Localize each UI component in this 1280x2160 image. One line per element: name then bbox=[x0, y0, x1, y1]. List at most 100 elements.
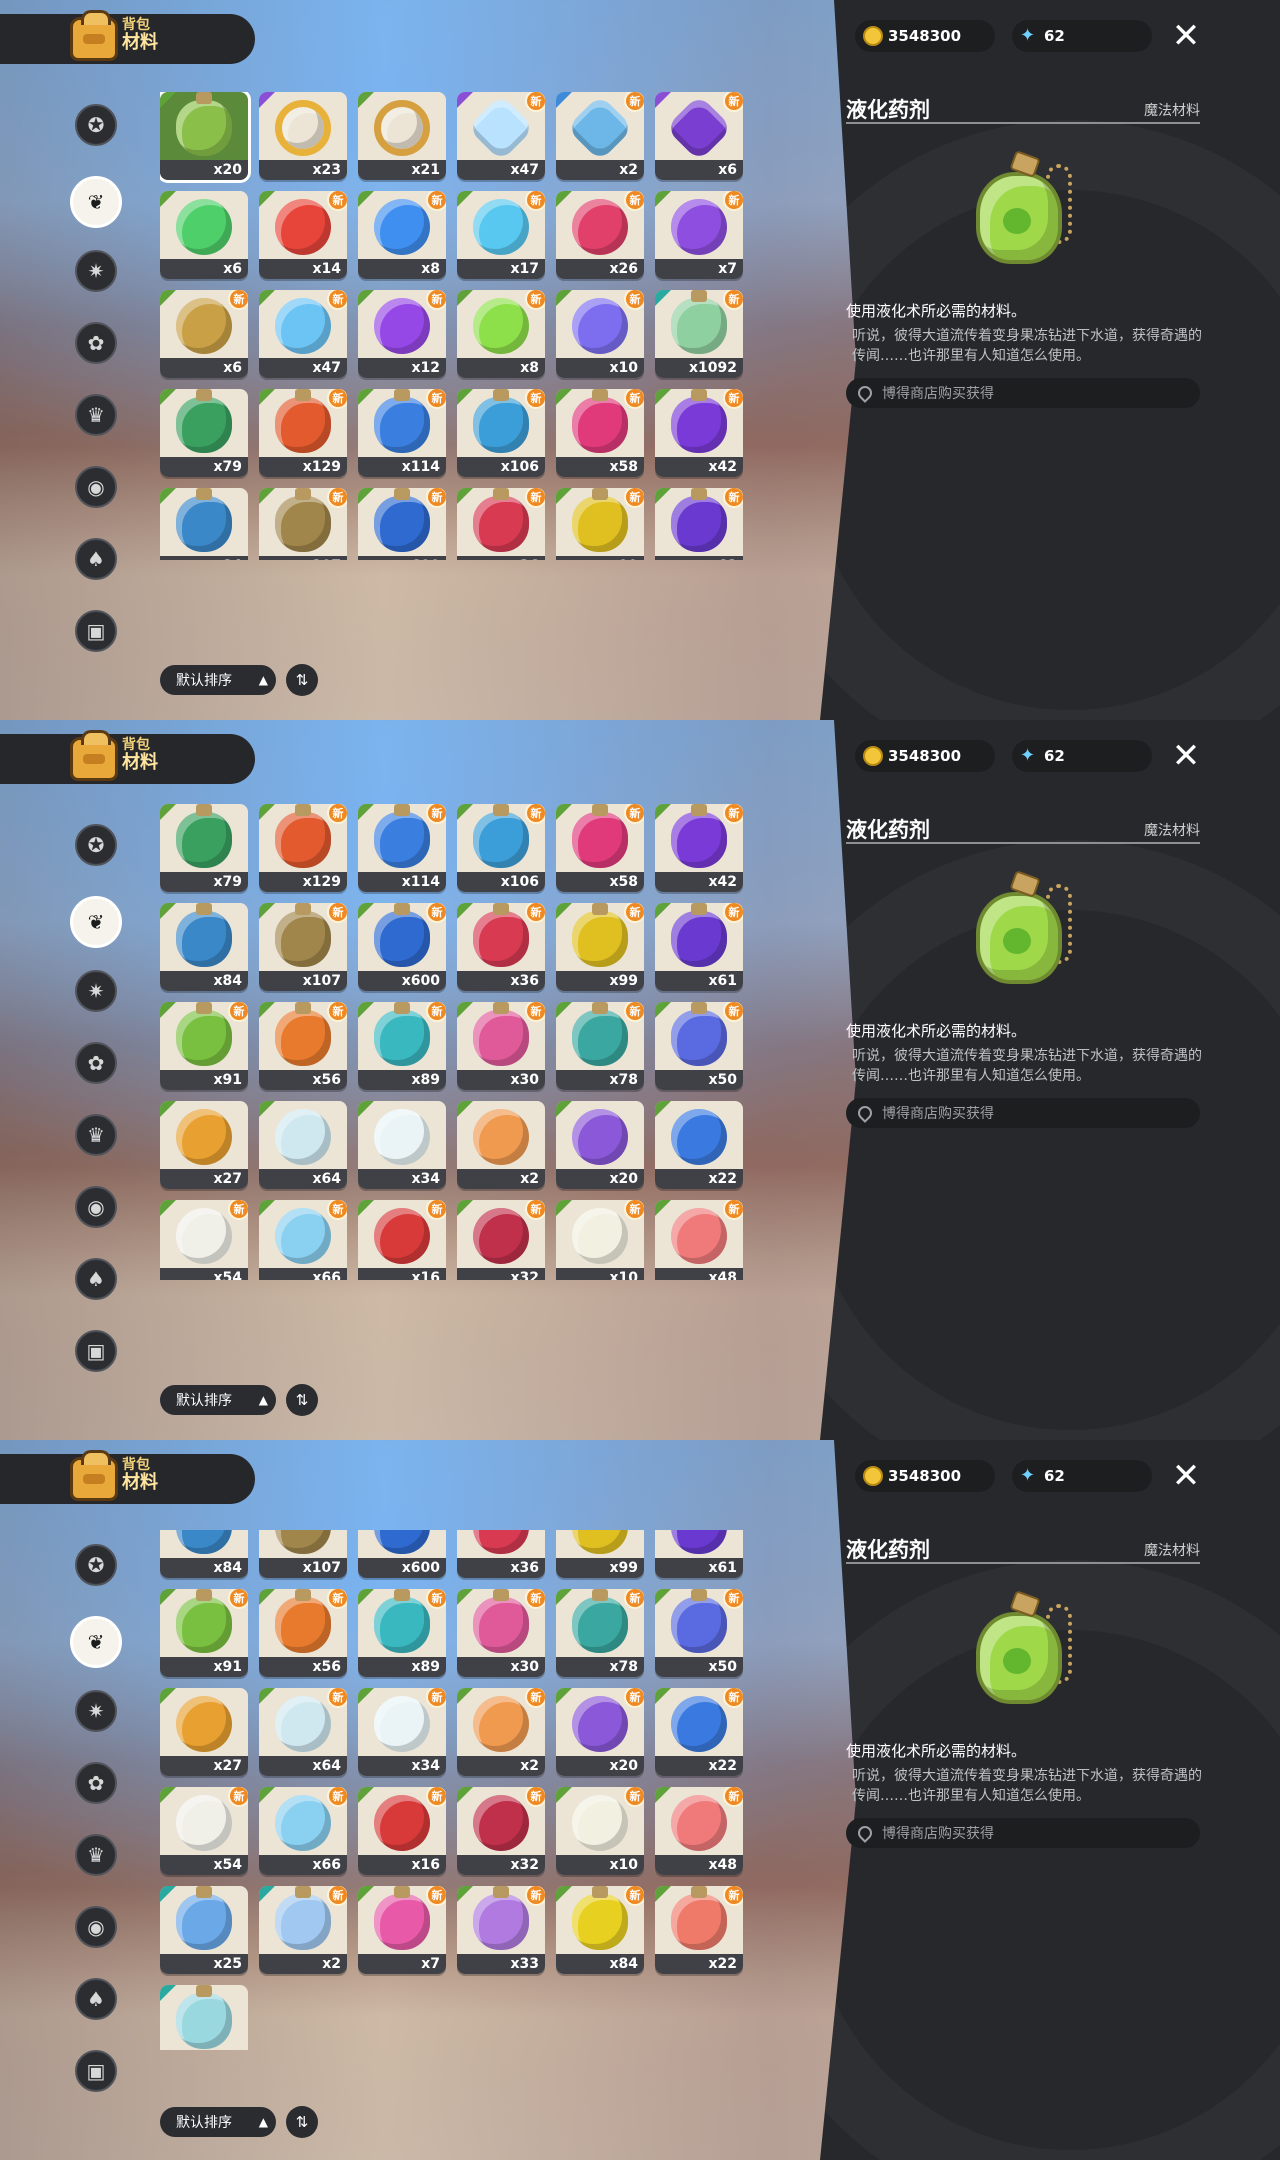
item-slot[interactable]: x600 bbox=[358, 1530, 446, 1578]
item-slot[interactable]: 新 x129 bbox=[259, 389, 347, 477]
item-slot[interactable]: x61 bbox=[655, 1530, 743, 1578]
tab-ball[interactable]: ◉ bbox=[75, 466, 117, 508]
item-slot[interactable]: 新 x600 bbox=[358, 488, 446, 560]
item-slot[interactable]: x27 bbox=[160, 1688, 248, 1776]
item-slot[interactable]: 新 x6 bbox=[160, 290, 248, 378]
item-slot[interactable]: x99 bbox=[556, 1530, 644, 1578]
item-slot[interactable]: 新 x64 bbox=[259, 1688, 347, 1776]
tab-materials[interactable]: ❦ bbox=[70, 896, 122, 948]
sort-order-toggle[interactable]: ⇅ bbox=[286, 1384, 318, 1416]
item-slot[interactable]: 新 x61 bbox=[655, 903, 743, 991]
item-slot[interactable]: 新 x42 bbox=[655, 389, 743, 477]
item-slot[interactable]: 新 x129 bbox=[259, 804, 347, 892]
item-slot[interactable]: 新 x91 bbox=[160, 1002, 248, 1090]
item-slot[interactable]: 新 x7 bbox=[655, 191, 743, 279]
tab-star[interactable]: ✪ bbox=[75, 824, 117, 866]
item-slot[interactable]: x84 bbox=[160, 488, 248, 560]
item-slot[interactable]: 新 x106 bbox=[457, 804, 545, 892]
item-slot[interactable]: 新 x107 bbox=[259, 488, 347, 560]
item-slot[interactable]: 新 x16 bbox=[358, 1787, 446, 1875]
tab-crown-card[interactable]: ♛ bbox=[75, 1834, 117, 1876]
item-slot[interactable]: x23 bbox=[259, 92, 347, 180]
item-slot[interactable]: 新 x89 bbox=[358, 1002, 446, 1090]
item-slot[interactable]: x36 bbox=[457, 1530, 545, 1578]
item-slot[interactable]: x79 bbox=[160, 804, 248, 892]
item-slot[interactable]: 新 x50 bbox=[655, 1589, 743, 1677]
item-slot[interactable]: 新 x22 bbox=[655, 1886, 743, 1974]
item-slot[interactable]: 新 x58 bbox=[556, 389, 644, 477]
item-slot[interactable]: 新 x42 bbox=[655, 804, 743, 892]
item-slot[interactable]: 新 x107 bbox=[259, 903, 347, 991]
item-slot[interactable]: x25 bbox=[160, 1886, 248, 1974]
tab-chest[interactable]: ▣ bbox=[75, 1330, 117, 1372]
tab-ball[interactable]: ◉ bbox=[75, 1186, 117, 1228]
item-slot[interactable]: 新 x2 bbox=[457, 1688, 545, 1776]
item-slot[interactable]: x22 bbox=[655, 1101, 743, 1189]
item-slot[interactable]: 新 x47 bbox=[259, 290, 347, 378]
item-source[interactable]: 博得商店购买获得 bbox=[846, 378, 1200, 408]
item-slot[interactable]: 新 x56 bbox=[259, 1002, 347, 1090]
item-slot[interactable]: 新 x33 bbox=[457, 1886, 545, 1974]
sort-dropdown[interactable]: 默认排序 ▲ bbox=[160, 665, 276, 695]
item-slot[interactable]: 新 x91 bbox=[160, 1589, 248, 1677]
close-button[interactable]: ✕ bbox=[1168, 738, 1204, 774]
tab-sparkle[interactable]: ✷ bbox=[75, 1690, 117, 1732]
item-slot[interactable]: 新 x30 bbox=[457, 1002, 545, 1090]
item-slot[interactable]: 新 x30 bbox=[457, 1589, 545, 1677]
item-slot[interactable]: 新 x20 bbox=[556, 1688, 644, 1776]
item-slot[interactable]: 新 x8 bbox=[358, 191, 446, 279]
item-slot[interactable]: 新 x32 bbox=[457, 1200, 545, 1280]
tab-flower[interactable]: ✿ bbox=[75, 1042, 117, 1084]
item-slot[interactable]: 新 x50 bbox=[655, 1002, 743, 1090]
tab-acorn[interactable]: ♠ bbox=[75, 538, 117, 580]
tab-star[interactable]: ✪ bbox=[75, 104, 117, 146]
item-slot[interactable]: x84 bbox=[160, 1530, 248, 1578]
tab-flower[interactable]: ✿ bbox=[75, 322, 117, 364]
tab-chest[interactable]: ▣ bbox=[75, 610, 117, 652]
tab-materials[interactable]: ❦ bbox=[70, 1616, 122, 1668]
item-slot[interactable]: x3 bbox=[160, 1985, 248, 2050]
item-slot[interactable]: 新 x48 bbox=[655, 1787, 743, 1875]
item-slot[interactable]: x84 bbox=[160, 903, 248, 991]
item-slot[interactable]: 新 x17 bbox=[457, 191, 545, 279]
item-slot[interactable]: 新 x32 bbox=[457, 1787, 545, 1875]
item-slot[interactable]: 新 x58 bbox=[556, 804, 644, 892]
item-slot[interactable]: 新 x78 bbox=[556, 1589, 644, 1677]
sort-dropdown[interactable]: 默认排序 ▲ bbox=[160, 1385, 276, 1415]
tab-star[interactable]: ✪ bbox=[75, 1544, 117, 1586]
item-slot[interactable]: 新 x47 bbox=[457, 92, 545, 180]
item-slot[interactable]: 新 x14 bbox=[259, 191, 347, 279]
item-slot[interactable]: 新 x48 bbox=[655, 1200, 743, 1280]
tab-chest[interactable]: ▣ bbox=[75, 2050, 117, 2092]
item-slot[interactable]: x6 bbox=[160, 191, 248, 279]
item-slot[interactable]: x107 bbox=[259, 1530, 347, 1578]
sort-order-toggle[interactable]: ⇅ bbox=[286, 2106, 318, 2138]
item-slot[interactable]: 新 x2 bbox=[259, 1886, 347, 1974]
close-button[interactable]: ✕ bbox=[1168, 18, 1204, 54]
item-slot[interactable]: 新 x1092 bbox=[655, 290, 743, 378]
item-slot[interactable]: 新 x99 bbox=[556, 488, 644, 560]
item-slot[interactable]: 新 x36 bbox=[457, 488, 545, 560]
item-slot[interactable]: 新 x56 bbox=[259, 1589, 347, 1677]
item-slot[interactable]: 新 x16 bbox=[358, 1200, 446, 1280]
tab-sparkle[interactable]: ✷ bbox=[75, 970, 117, 1012]
item-slot[interactable]: x20 bbox=[160, 92, 251, 183]
tab-flower[interactable]: ✿ bbox=[75, 1762, 117, 1804]
item-slot[interactable]: 新 x10 bbox=[556, 1200, 644, 1280]
item-slot[interactable]: x64 bbox=[259, 1101, 347, 1189]
item-slot[interactable]: 新 x22 bbox=[655, 1688, 743, 1776]
item-slot[interactable]: 新 x99 bbox=[556, 903, 644, 991]
item-slot[interactable]: 新 x78 bbox=[556, 1002, 644, 1090]
item-slot[interactable]: 新 x66 bbox=[259, 1787, 347, 1875]
item-slot[interactable]: 新 x12 bbox=[358, 290, 446, 378]
item-slot[interactable]: 新 x114 bbox=[358, 804, 446, 892]
sort-order-toggle[interactable]: ⇅ bbox=[286, 664, 318, 696]
item-source[interactable]: 博得商店购买获得 bbox=[846, 1098, 1200, 1128]
item-slot[interactable]: x27 bbox=[160, 1101, 248, 1189]
item-source[interactable]: 博得商店购买获得 bbox=[846, 1818, 1200, 1848]
close-button[interactable]: ✕ bbox=[1168, 1458, 1204, 1494]
item-slot[interactable]: 新 x34 bbox=[358, 1688, 446, 1776]
item-slot[interactable]: x2 bbox=[457, 1101, 545, 1189]
item-slot[interactable]: x21 bbox=[358, 92, 446, 180]
item-slot[interactable]: 新 x61 bbox=[655, 488, 743, 560]
